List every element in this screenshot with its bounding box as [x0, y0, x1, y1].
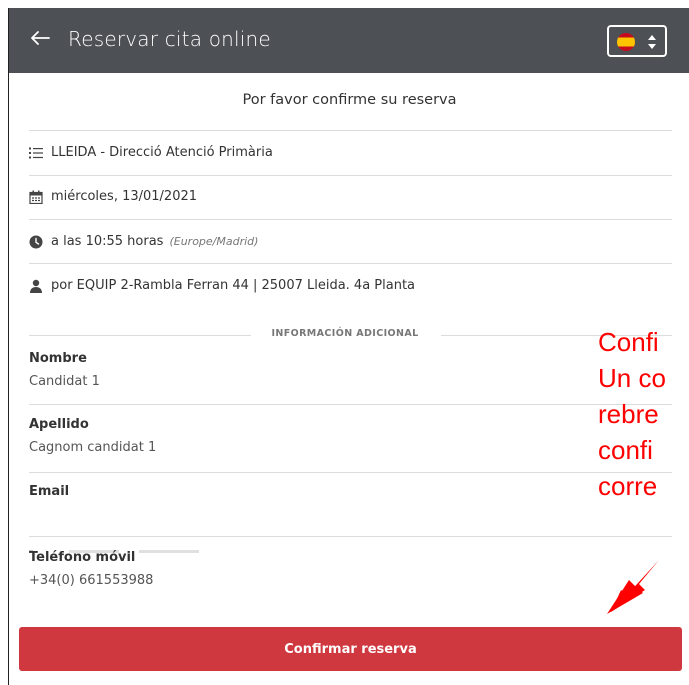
arrow-left-icon[interactable] — [29, 27, 51, 49]
detail-row-provider: por EQUIP 2-Rambla Ferran 44 | 25007 Lle… — [29, 263, 672, 308]
annotation-line: Confi — [598, 327, 659, 357]
annotation-line: corre — [598, 471, 658, 501]
date-label: miércoles, 13/01/2021 — [51, 189, 198, 204]
confirm-heading: Por favor confirme su reserva — [242, 92, 457, 108]
page-title: Reservar cita online — [68, 27, 271, 51]
field-divider — [29, 404, 672, 405]
top-bar: Reservar cita online — [9, 8, 689, 73]
detail-row-service: LLEIDA - Direcció Atenció Primària — [29, 130, 672, 176]
service-label: LLEIDA - Direcció Atenció Primària — [51, 145, 273, 160]
field-divider — [29, 472, 672, 473]
annotation-line: rebre — [598, 399, 659, 429]
confirm-booking-button[interactable]: Confirmar reserva — [19, 627, 682, 671]
field-label-email: Email — [29, 484, 70, 499]
clock-icon — [29, 235, 43, 248]
field-value-telefono: +34(0) 661553988 — [29, 573, 154, 588]
section-title: INFORMACIÓN ADICIONAL — [271, 328, 419, 339]
calendar-icon — [29, 190, 43, 204]
field-value-apellido: Cagnom candidat 1 — [29, 440, 157, 455]
sort-caret-icon — [648, 35, 656, 49]
detail-row-date: miércoles, 13/01/2021 — [29, 175, 672, 220]
annotation-line: Un co — [598, 363, 666, 393]
field-value-nombre: Candidat 1 — [29, 374, 100, 389]
annotation-text: Confi Un co rebre confi corre — [598, 324, 689, 504]
red-arrow-icon — [607, 560, 659, 614]
timezone-label: (Europe/Madrid) — [169, 235, 259, 248]
annotation-line: confi — [598, 435, 653, 465]
user-icon — [30, 279, 42, 293]
field-label-telefono: Teléfono móvil — [29, 550, 136, 565]
detail-row-time: a las 10:55 horas (Europe/Madrid) — [29, 219, 672, 264]
booking-panel: Reservar cita online Por favor confirme … — [8, 8, 689, 685]
list-icon — [29, 147, 43, 158]
field-label-nombre: Nombre — [29, 351, 87, 366]
provider-label: por EQUIP 2-Rambla Ferran 44 | 25007 Lle… — [51, 278, 416, 293]
section-divider-left — [29, 335, 251, 336]
time-label: a las 10:55 horas — [51, 234, 164, 249]
field-label-apellido: Apellido — [29, 417, 89, 432]
language-select[interactable] — [607, 25, 667, 57]
field-divider — [29, 536, 672, 537]
spain-flag-icon — [617, 33, 635, 51]
